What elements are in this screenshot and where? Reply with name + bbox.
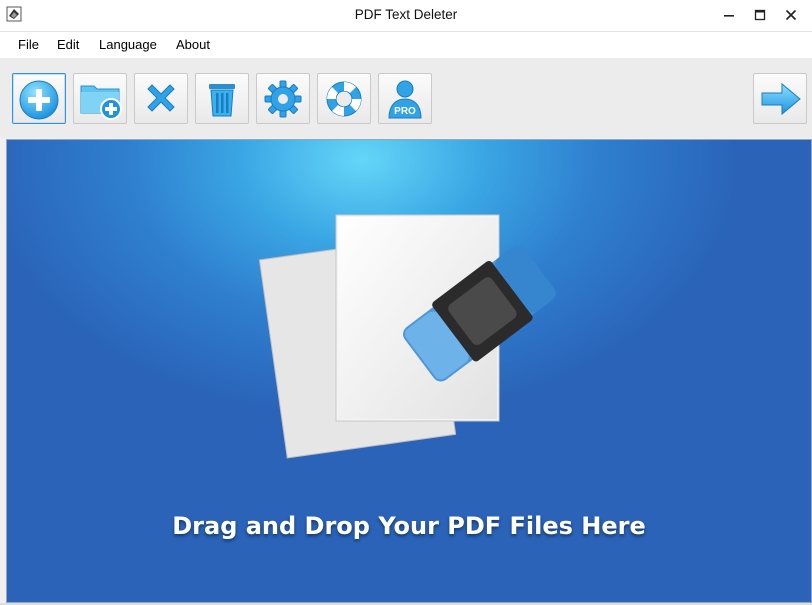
menu-bar: File Edit Language About: [0, 32, 812, 58]
window-title: PDF Text Deleter: [354, 7, 458, 22]
remove-button[interactable]: [134, 73, 188, 124]
minimize-button[interactable]: [714, 0, 744, 31]
clear-all-button[interactable]: [195, 73, 249, 124]
gear-icon: [264, 80, 302, 118]
close-button[interactable]: [776, 0, 806, 31]
drop-hint-text: Drag and Drop Your PDF Files Here: [172, 512, 646, 540]
toolbar: PRO: [0, 58, 812, 138]
document-eraser-illustration: [258, 214, 556, 459]
menu-about[interactable]: About: [176, 37, 210, 52]
pro-badge: PRO: [394, 106, 416, 117]
maximize-button[interactable]: [745, 0, 775, 31]
remove-icon: [147, 84, 175, 112]
next-arrow-icon: [761, 82, 801, 116]
drop-zone[interactable]: Drag and Drop Your PDF Files Here: [6, 139, 812, 603]
next-button[interactable]: [753, 73, 807, 124]
trash-icon: [209, 84, 235, 117]
lifebuoy-icon: [326, 81, 362, 117]
minimize-icon: [724, 15, 734, 17]
title-bar: PDF Text Deleter: [0, 0, 812, 32]
add-folder-button[interactable]: [73, 73, 127, 124]
maximize-icon: [754, 9, 766, 21]
menu-file[interactable]: File: [18, 37, 39, 52]
menu-edit[interactable]: Edit: [57, 37, 79, 52]
pro-user-icon: PRO: [388, 80, 422, 119]
add-folder-icon: [80, 85, 122, 120]
upgrade-pro-button[interactable]: PRO: [378, 73, 432, 124]
help-button[interactable]: [317, 73, 371, 124]
add-file-button[interactable]: [12, 73, 66, 124]
settings-button[interactable]: [256, 73, 310, 124]
add-file-icon: [19, 80, 59, 120]
menu-language[interactable]: Language: [99, 37, 157, 52]
close-icon: [785, 9, 797, 21]
